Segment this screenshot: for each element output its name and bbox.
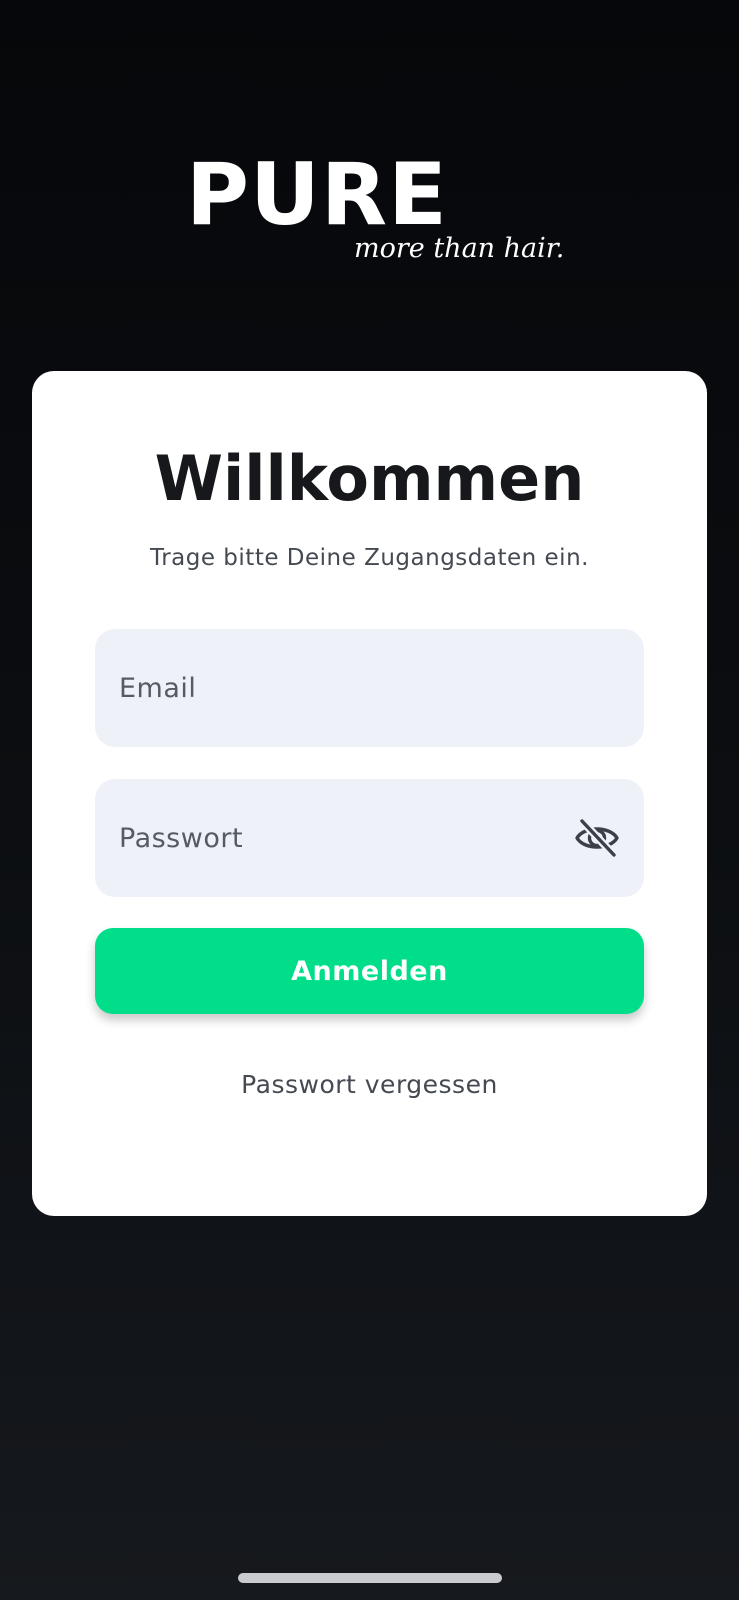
login-subtitle: Trage bitte Deine Zugangsdaten ein.	[150, 545, 589, 571]
home-indicator	[238, 1573, 502, 1583]
eye-off-icon[interactable]	[574, 816, 620, 860]
forgot-password-link[interactable]: Passwort vergessen	[32, 1069, 707, 1101]
page-title: Willkommen	[154, 442, 585, 515]
password-field[interactable]	[95, 779, 644, 897]
logo-tagline: more than hair.	[354, 233, 565, 264]
brand-logo: PURE more than hair.	[186, 150, 566, 270]
login-button[interactable]: Anmelden	[95, 928, 644, 1014]
email-field-container	[95, 629, 644, 747]
login-card: Willkommen Trage bitte Deine Zugangsdate…	[32, 371, 707, 1216]
logo-wordmark: PURE	[186, 145, 448, 245]
password-field-container	[95, 779, 644, 897]
email-field[interactable]	[95, 629, 644, 747]
